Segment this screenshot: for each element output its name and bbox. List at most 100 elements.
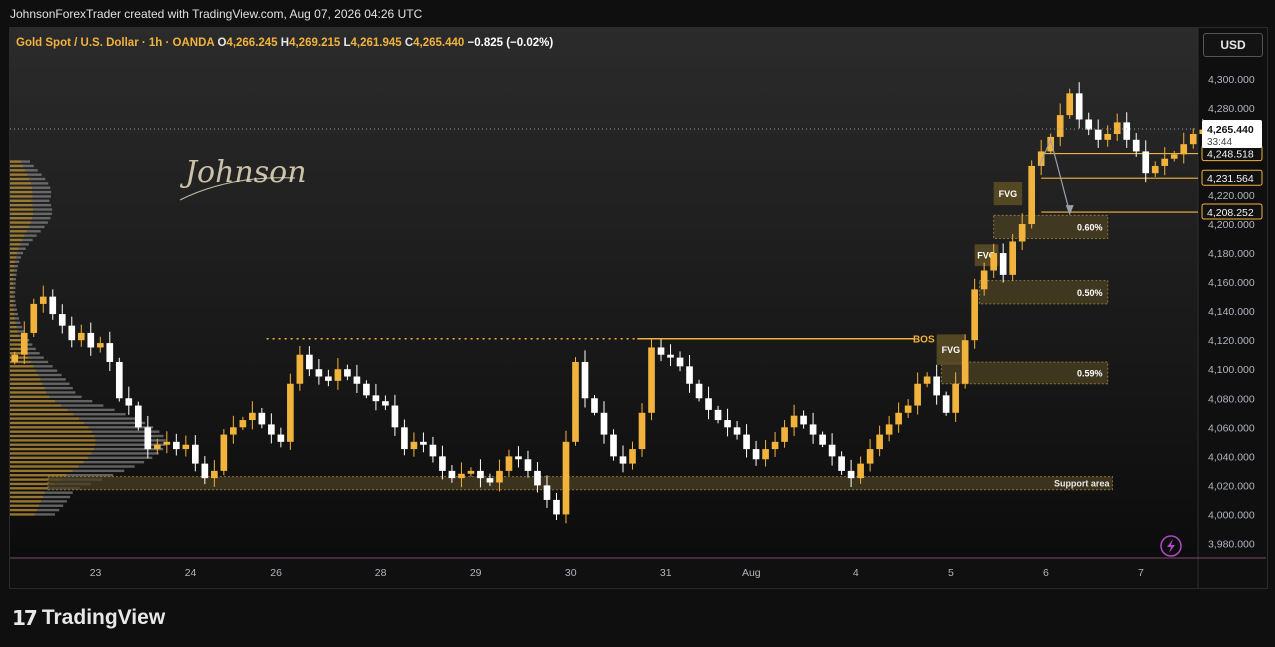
time-tick-label: 5 xyxy=(948,567,954,579)
candle-body xyxy=(876,434,883,450)
candle-body xyxy=(87,332,95,348)
candle-body xyxy=(686,366,693,384)
candle-body xyxy=(372,395,380,402)
countdown-label: 33:44 xyxy=(1207,137,1232,148)
volume-bar-down xyxy=(12,295,16,298)
volume-bar-down xyxy=(39,504,64,507)
volume-bar-down xyxy=(15,260,20,263)
volume-bar-down xyxy=(49,395,82,399)
volume-bar-down xyxy=(13,273,17,277)
volume-bar-up xyxy=(10,465,79,468)
legend-value: O xyxy=(217,37,226,49)
volume-bar-up xyxy=(10,456,89,460)
candle-body xyxy=(448,470,456,479)
volume-bar-down xyxy=(12,286,16,290)
volume-bar-down xyxy=(32,195,51,198)
candle-body xyxy=(553,499,560,515)
candle-body xyxy=(296,354,304,384)
volume-bar-down xyxy=(32,203,52,207)
candle-body xyxy=(439,456,446,471)
candle-body xyxy=(163,441,171,445)
volume-bar-up xyxy=(10,212,34,216)
candle-body xyxy=(828,444,836,457)
candle-body xyxy=(1189,134,1197,145)
candle-body xyxy=(866,449,874,464)
volume-bar-down xyxy=(22,238,33,242)
volume-bar-down xyxy=(94,447,164,451)
currency-button[interactable]: USD xyxy=(1203,33,1263,57)
volume-bar-up xyxy=(10,225,30,229)
candle-body xyxy=(524,459,532,471)
candle-body xyxy=(391,405,399,428)
volume-bar-down xyxy=(12,299,16,303)
volume-bar-up xyxy=(10,386,45,390)
volume-bar-up xyxy=(10,504,40,507)
candle-body xyxy=(790,415,798,428)
candle-body xyxy=(268,424,275,435)
candle-body xyxy=(762,449,769,460)
candle-body xyxy=(971,289,978,341)
candle-body xyxy=(1018,224,1026,242)
volume-bar-down xyxy=(28,356,44,359)
volume-bar-down xyxy=(13,269,18,272)
candle-body xyxy=(20,332,28,355)
candle-body xyxy=(363,383,370,396)
support-area-label: Support area xyxy=(1054,479,1111,489)
volume-bar-down xyxy=(40,378,66,381)
volume-bar-up xyxy=(10,508,38,512)
price-tick-label: 4,040.000 xyxy=(1208,451,1255,463)
volume-bar-down xyxy=(94,434,164,438)
candle-body xyxy=(619,456,627,464)
level-price-label: 4,248.518 xyxy=(1207,149,1254,161)
candle-body xyxy=(315,369,323,377)
candle-body xyxy=(847,470,855,479)
volume-bar-up xyxy=(10,491,45,494)
candle-body xyxy=(914,383,921,406)
candle-body xyxy=(58,314,66,326)
candle-body xyxy=(610,434,617,457)
candle-body xyxy=(648,347,655,413)
candle-body xyxy=(249,412,256,421)
volume-bar-down xyxy=(72,469,125,473)
price-tick-label: 4,180.000 xyxy=(1208,248,1255,260)
retracement-label: 0.59% xyxy=(1077,368,1103,378)
legend-value: 4,261.945 xyxy=(350,37,404,49)
volume-bar-up xyxy=(10,447,95,451)
price-tick-label: 4,280.000 xyxy=(1208,103,1255,115)
volume-bar-down xyxy=(45,391,76,394)
candle-body xyxy=(933,376,940,396)
legend-value: 4,266.245 xyxy=(226,37,280,49)
candle-body xyxy=(999,253,1007,275)
volume-bar-down xyxy=(16,325,23,329)
volume-bar-up xyxy=(10,443,96,446)
price-tick-label: 4,120.000 xyxy=(1208,335,1255,347)
volume-bar-down xyxy=(17,251,24,255)
volume-bar-up xyxy=(10,295,13,298)
retracement-label: 0.60% xyxy=(1077,222,1103,232)
candle-body xyxy=(572,361,579,442)
candle-body xyxy=(1094,129,1102,140)
volume-bar-up xyxy=(10,282,14,285)
volume-bar-up xyxy=(10,312,15,316)
volume-bar-down xyxy=(42,382,70,385)
current-price-label: 4,265.440 xyxy=(1207,124,1254,136)
candle-body xyxy=(1113,122,1121,134)
candle-body xyxy=(1142,151,1150,174)
volume-bar-up xyxy=(10,395,50,399)
volume-bar-up xyxy=(10,338,21,342)
time-axis: 23 24 26 28 29 30 31 Aug 4 5 6 7 xyxy=(90,567,1144,579)
time-tick-label: 7 xyxy=(1138,567,1144,579)
legend-value: 4,265.440 xyxy=(413,37,467,49)
candle-body xyxy=(1056,115,1064,137)
volume-bar-down xyxy=(88,426,154,429)
candle-body xyxy=(477,470,484,479)
volume-bar-down xyxy=(88,456,153,460)
volume-bar-up xyxy=(10,500,42,503)
candle-body xyxy=(68,325,76,341)
candle-body xyxy=(410,441,418,450)
candle-body xyxy=(334,369,342,381)
time-tick-label: 28 xyxy=(375,567,387,579)
candle-body xyxy=(534,470,541,486)
candle-body xyxy=(800,415,807,425)
price-chart[interactable]: Support area0.60%0.50%0.59%FVGFVGFVGBOS3… xyxy=(0,0,1275,647)
